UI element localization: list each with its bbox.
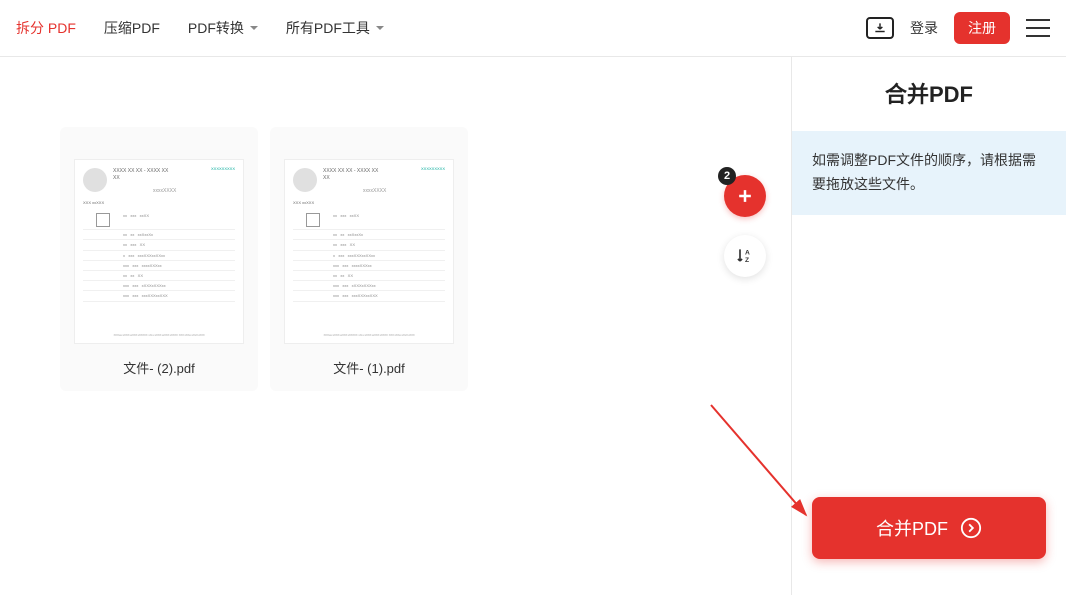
file-card[interactable]: XXXXXXXXX XXXX XX XX - XXXX XXXXxxxxXXXX… <box>60 127 258 391</box>
nav-left: 拆分 PDF 压缩PDF PDF转换 所有PDF工具 <box>16 18 384 38</box>
sidebar: 合并PDF 如需调整PDF文件的顺序，请根据需要拖放这些文件。 合并PDF <box>791 57 1066 595</box>
file-thumbnails: XXXXXXXXX XXXX XX XX - XXXX XXXXxxxxXXXX… <box>60 127 731 391</box>
merge-pdf-button[interactable]: 合并PDF <box>812 497 1046 559</box>
file-preview: XXXXXXXXX XXXX XX XX - XXXX XXXXxxxxXXXX… <box>74 159 244 344</box>
nav-compress-pdf[interactable]: 压缩PDF <box>104 18 160 38</box>
nav-right: 登录 注册 <box>866 12 1050 44</box>
file-card[interactable]: XXXXXXXXX XXXX XX XX - XXXX XXXXxxxxXXXX… <box>270 127 468 391</box>
plus-icon <box>735 186 755 206</box>
file-name: 文件- (2).pdf <box>123 358 195 377</box>
nav-convert-pdf[interactable]: PDF转换 <box>188 18 258 38</box>
register-button[interactable]: 注册 <box>954 12 1010 44</box>
file-name: 文件- (1).pdf <box>333 358 405 377</box>
nav-split-pdf[interactable]: 拆分 PDF <box>16 18 76 38</box>
arrow-right-circle-icon <box>960 517 982 539</box>
menu-button[interactable] <box>1026 19 1050 37</box>
svg-text:Z: Z <box>745 257 749 264</box>
nav-all-tools[interactable]: 所有PDF工具 <box>286 18 384 38</box>
add-file-button[interactable]: 2 <box>724 175 766 217</box>
file-count-badge: 2 <box>718 167 736 185</box>
download-desktop-button[interactable] <box>866 17 894 39</box>
caret-down-icon <box>376 26 384 30</box>
login-link[interactable]: 登录 <box>910 18 938 38</box>
action-label: 合并PDF <box>876 515 948 541</box>
svg-text:A: A <box>745 249 750 256</box>
sort-az-icon: A Z <box>735 246 755 266</box>
content-area: XXXXXXXXX XXXX XX XX - XXXX XXXXxxxxXXXX… <box>0 57 791 595</box>
float-buttons: 2 A Z <box>724 175 766 277</box>
info-box: 如需调整PDF文件的顺序，请根据需要拖放这些文件。 <box>792 131 1066 215</box>
sidebar-title: 合并PDF <box>792 77 1066 109</box>
caret-down-icon <box>250 26 258 30</box>
file-preview: XXXXXXXXX XXXX XX XX - XXXX XXXXxxxxXXXX… <box>284 159 454 344</box>
header: 拆分 PDF 压缩PDF PDF转换 所有PDF工具 登录 注册 <box>0 0 1066 57</box>
main: XXXXXXXXX XXXX XX XX - XXXX XXXXxxxxXXXX… <box>0 57 1066 595</box>
download-icon <box>873 21 887 35</box>
sort-button[interactable]: A Z <box>724 235 766 277</box>
